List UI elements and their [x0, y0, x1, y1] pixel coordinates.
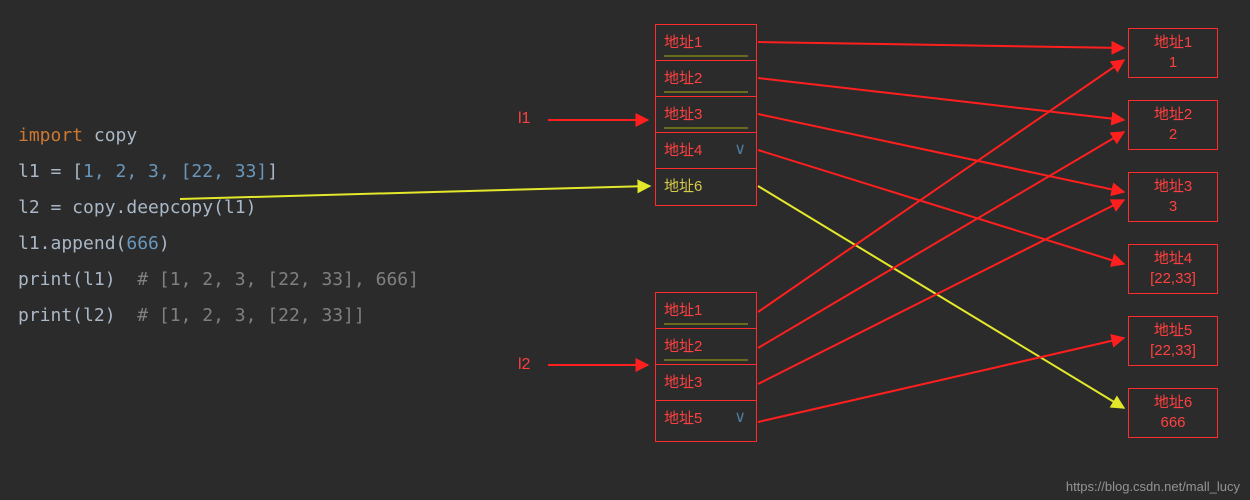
diagram-canvas: import copy l1 = [1, 2, 3, [22, 33]] l2 … — [0, 0, 1250, 500]
value-box-3-value: 3 — [1129, 197, 1217, 217]
column-l1: 地址1 地址2 地址3 地址4 ∨ 地址6 — [655, 24, 757, 206]
arrow-l2c2-to-v2 — [758, 132, 1124, 348]
l1-cell-6-text: 地址6 — [664, 178, 702, 195]
code-line5: print(l1) — [18, 269, 116, 290]
watermark: https://blog.csdn.net/mall_lucy — [1066, 479, 1240, 494]
l2-cell-2-text: 地址2 — [664, 338, 702, 355]
code-line2-post: ] — [267, 161, 278, 182]
code-line4-num: 666 — [126, 233, 159, 254]
l1-cell-3: 地址3 — [656, 97, 756, 133]
checkmark-icon: ∨ — [734, 407, 746, 427]
value-box-6: 地址6 666 — [1128, 388, 1218, 438]
l2-cell-2: 地址2 — [656, 329, 756, 365]
value-box-2-value: 2 — [1129, 125, 1217, 145]
value-box-4: 地址4 [22,33] — [1128, 244, 1218, 294]
arrow-l1c3-to-v3 — [758, 114, 1124, 192]
l1-cell-2-text: 地址2 — [664, 70, 702, 87]
value-box-4-title: 地址4 — [1129, 249, 1217, 269]
l1-cell-1-text: 地址1 — [664, 34, 702, 51]
l1-cell-3-text: 地址3 — [664, 106, 702, 123]
code-line3: l2 = copy.deepcopy(l1) — [18, 197, 256, 218]
l1-cell-2: 地址2 — [656, 61, 756, 97]
l2-cell-3: 地址3 — [656, 365, 756, 401]
code-line6: print(l2) — [18, 305, 116, 326]
value-box-1: 地址1 1 — [1128, 28, 1218, 78]
value-box-6-title: 地址6 — [1129, 393, 1217, 413]
arrow-l2c1-to-v1 — [758, 60, 1124, 312]
l1-cell-4: 地址4 ∨ — [656, 133, 756, 169]
value-box-4-value: [22,33] — [1129, 269, 1217, 289]
column-l2: 地址1 地址2 地址3 地址5 ∨ — [655, 292, 757, 442]
arrow-l2c3-to-v3 — [758, 200, 1124, 384]
code-line2-pre: l1 = [ — [18, 161, 83, 182]
l1-cell-6: 地址6 — [656, 169, 756, 205]
value-box-2: 地址2 2 — [1128, 100, 1218, 150]
code-line5-comment: # [1, 2, 3, [22, 33], 666] — [116, 269, 419, 290]
value-box-5: 地址5 [22,33] — [1128, 316, 1218, 366]
l1-cell-1: 地址1 — [656, 25, 756, 61]
checkmark-icon: ∨ — [734, 139, 746, 159]
code-line6-comment: # [1, 2, 3, [22, 33]] — [116, 305, 365, 326]
code-block: import copy l1 = [1, 2, 3, [22, 33]] l2 … — [18, 82, 419, 370]
l2-cell-5: 地址5 ∨ — [656, 401, 756, 437]
code-line2-nums: 1, 2, 3, [22, 33] — [83, 161, 267, 182]
l2-cell-3-text: 地址3 — [664, 374, 702, 391]
arrow-l1c6-to-v6 — [758, 186, 1124, 408]
value-box-3: 地址3 3 — [1128, 172, 1218, 222]
value-box-6-value: 666 — [1129, 413, 1217, 433]
code-line4-post: ) — [159, 233, 170, 254]
value-box-3-title: 地址3 — [1129, 177, 1217, 197]
arrow-l1c1-to-v1 — [758, 42, 1124, 48]
label-l2: l2 — [518, 356, 530, 374]
value-box-1-title: 地址1 — [1129, 33, 1217, 53]
value-box-5-title: 地址5 — [1129, 321, 1217, 341]
l2-cell-5-text: 地址5 — [664, 410, 702, 427]
value-box-1-value: 1 — [1129, 53, 1217, 73]
label-l1: l1 — [518, 110, 530, 128]
arrow-l2c5-to-v5 — [758, 338, 1124, 422]
arrow-l1c4-to-v4 — [758, 150, 1124, 264]
l2-cell-1-text: 地址1 — [664, 302, 702, 319]
l1-cell-4-text: 地址4 — [664, 142, 702, 159]
code-kw-import: import — [18, 125, 83, 146]
code-ident-copy: copy — [83, 125, 137, 146]
l2-cell-1: 地址1 — [656, 293, 756, 329]
code-line4-pre: l1.append( — [18, 233, 126, 254]
value-box-2-title: 地址2 — [1129, 105, 1217, 125]
value-box-5-value: [22,33] — [1129, 341, 1217, 361]
arrow-l1c2-to-v2 — [758, 78, 1124, 120]
